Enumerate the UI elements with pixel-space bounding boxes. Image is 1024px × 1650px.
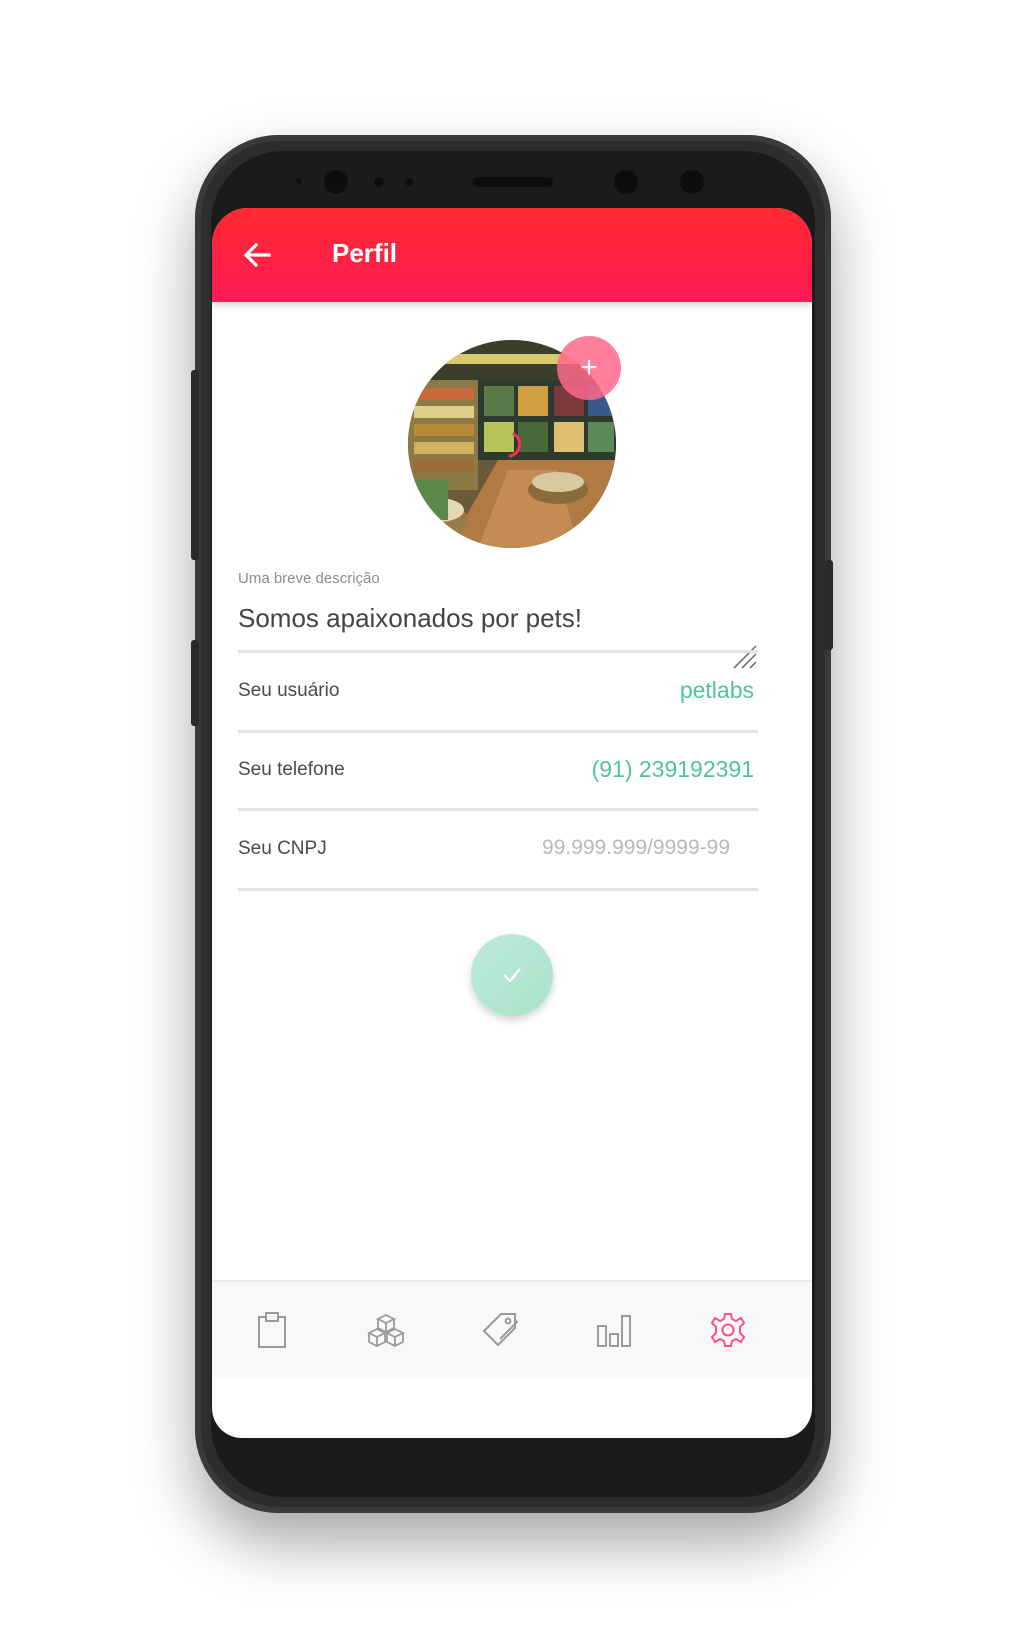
divider — [238, 808, 758, 811]
nav-item-reports[interactable] — [554, 1282, 674, 1377]
proximity-sensor — [680, 170, 704, 194]
volume-button — [191, 640, 199, 726]
check-icon — [503, 968, 521, 983]
plus-icon: + — [580, 351, 598, 384]
front-sensor — [296, 178, 302, 184]
add-photo-button[interactable]: + — [557, 336, 621, 400]
front-camera — [324, 170, 348, 194]
boxes-icon — [367, 1313, 405, 1347]
divider — [238, 888, 758, 891]
phone-field[interactable]: (91) 239192391 — [592, 756, 754, 783]
phone-label: Seu telefone — [238, 759, 345, 780]
front-sensor — [405, 178, 413, 186]
back-button[interactable] — [232, 230, 282, 280]
app-screen: Perfil + Uma breve descrição Somos apaix… — [212, 208, 812, 1438]
tag-icon — [482, 1312, 519, 1346]
confirm-button[interactable] — [471, 934, 553, 1016]
clipboard-icon — [258, 1311, 286, 1348]
nav-item-promotions[interactable] — [440, 1282, 560, 1377]
bottom-navigation — [212, 1280, 812, 1377]
page-title: Perfil — [332, 238, 398, 268]
cnpj-field[interactable]: 99.999.999/9999-99 — [542, 836, 742, 860]
nav-item-orders[interactable] — [212, 1282, 332, 1377]
side-button — [825, 560, 833, 650]
front-sensor — [374, 177, 384, 187]
description-label: Uma breve descrição — [238, 570, 380, 587]
gear-icon — [710, 1312, 746, 1347]
nav-item-settings[interactable] — [668, 1282, 788, 1377]
power-button — [191, 370, 199, 560]
divider — [238, 730, 758, 733]
cnpj-label: Seu CNPJ — [238, 838, 327, 859]
bar-chart-icon — [597, 1314, 631, 1347]
arrow-left-icon — [243, 242, 271, 268]
username-label: Seu usuário — [238, 680, 340, 701]
iris-scanner — [614, 170, 638, 194]
nav-item-products[interactable] — [326, 1282, 446, 1377]
app-bar: Perfil — [212, 208, 812, 302]
earpiece-speaker — [473, 177, 553, 187]
resize-handle-icon[interactable] — [732, 644, 758, 670]
divider — [238, 650, 758, 653]
username-field[interactable]: petlabs — [680, 677, 754, 704]
loading-spinner-icon — [508, 432, 522, 458]
